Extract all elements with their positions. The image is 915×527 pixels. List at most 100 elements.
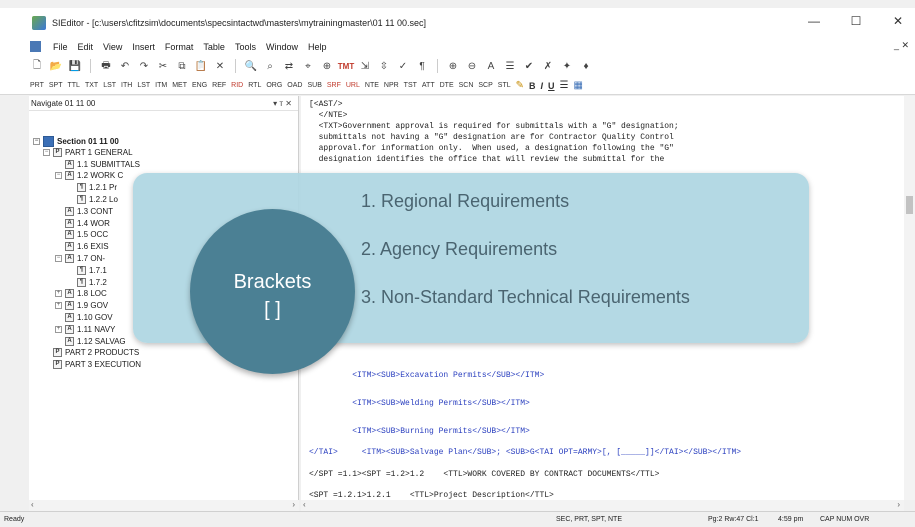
tree-node[interactable]: A 1.4 WOR <box>55 218 110 228</box>
tree-node[interactable]: ¶ 1.7.1 <box>67 265 107 275</box>
delete-icon[interactable]: ✕ <box>213 59 227 73</box>
font-size-icon[interactable]: A <box>484 59 498 73</box>
find-next-icon[interactable]: ⌕ <box>263 59 277 73</box>
paste-icon[interactable]: 📋 <box>194 59 208 73</box>
tag-stl-button[interactable]: STL <box>498 82 511 89</box>
maximize-button[interactable]: ☐ <box>849 14 863 28</box>
scroll-right-icon[interactable]: › <box>292 500 295 509</box>
paragraph-icon[interactable]: ¶ <box>415 59 429 73</box>
undo-icon[interactable]: ↶ <box>118 59 132 73</box>
editor-line[interactable]: designation identifies the office that w… <box>309 155 665 164</box>
editor-line[interactable]: [<AST/> <box>309 100 343 109</box>
tag-lst2-button[interactable]: LST <box>137 82 150 89</box>
tag-nte-button[interactable]: NTE <box>365 82 379 89</box>
menu-insert[interactable]: Insert <box>132 42 155 52</box>
underline-button[interactable]: U <box>548 81 555 91</box>
menu-table[interactable]: Table <box>203 42 225 52</box>
open-folder-icon[interactable]: 📂 <box>49 59 63 73</box>
tree-node[interactable]: A 1.12 SALVAG <box>55 336 126 346</box>
tmt-tag-icon[interactable]: TMT <box>338 59 354 73</box>
collapse-icon[interactable]: − <box>55 255 62 262</box>
editor-line[interactable]: </SPT =1.1><SPT =1.2>1.2 <TTL>WORK COVER… <box>309 470 659 479</box>
zoom-out-icon[interactable]: ⊖ <box>465 59 479 73</box>
tag-oad-button[interactable]: OAD <box>287 82 302 89</box>
tree-node[interactable]: A 1.5 OCC <box>55 230 108 240</box>
menu-file[interactable]: File <box>53 42 68 52</box>
expand-icon[interactable]: + <box>55 302 62 310</box>
menu-format[interactable]: Format <box>165 42 194 52</box>
scroll-right-icon[interactable]: › <box>897 500 900 509</box>
align-icon[interactable]: ☰ <box>503 59 517 73</box>
collapse-icon[interactable]: − <box>43 148 50 156</box>
tag-scn-button[interactable]: SCN <box>459 82 474 89</box>
tag-att-button[interactable]: ATT <box>422 82 435 89</box>
tag-srf-button[interactable]: SRF <box>327 82 341 89</box>
tree-node[interactable]: + A 1.9 GOV <box>55 301 108 311</box>
menu-edit[interactable]: Edit <box>78 42 94 52</box>
tag-ref-button[interactable]: REF <box>212 82 226 89</box>
tag-itm-button[interactable]: ITM <box>155 82 167 89</box>
menu-help[interactable]: Help <box>308 42 327 52</box>
tag-tst-button[interactable]: TST <box>404 82 417 89</box>
tree-node[interactable]: ¶ 1.7.2 <box>67 277 107 287</box>
navigator-horizontal-scrollbar[interactable]: ‹ › <box>29 500 299 511</box>
navigator-controls[interactable]: ▾ ᴛ ✕ <box>273 99 292 108</box>
new-document-icon[interactable]: 🗋 <box>30 59 44 73</box>
tag-org-button[interactable]: ORG <box>266 82 282 89</box>
tag-npr-button[interactable]: NPR <box>384 82 399 89</box>
tag-scp-button[interactable]: SCP <box>478 82 492 89</box>
spell-check-icon[interactable]: ✓ <box>396 59 410 73</box>
collapse-icon[interactable]: − <box>55 172 62 180</box>
collapse-icon[interactable]: − <box>33 138 40 145</box>
list-icon[interactable]: ☰ <box>560 80 569 91</box>
scroll-thumb[interactable] <box>906 196 913 214</box>
minimize-button[interactable]: — <box>807 14 821 28</box>
save-icon[interactable]: 💾 <box>68 59 82 73</box>
editor-line[interactable]: submittals not having a "G" designation … <box>309 133 674 142</box>
find-all-icon[interactable]: ⊕ <box>320 59 334 73</box>
tag-ith-button[interactable]: ITH <box>121 82 132 89</box>
tree-node[interactable]: − A 1.2 WORK C <box>55 171 123 181</box>
vertical-scrollbar[interactable] <box>904 96 915 500</box>
bold-button[interactable]: B <box>529 81 536 91</box>
tag-spt-button[interactable]: SPT <box>49 82 63 89</box>
tree-node[interactable]: + A 1.11 NAVY <box>55 324 115 334</box>
document-icon[interactable] <box>30 41 41 52</box>
expand-icon[interactable]: + <box>55 325 62 333</box>
tag-lst-button[interactable]: LST <box>103 82 116 89</box>
tree-node[interactable]: P PART 2 PRODUCTS <box>43 348 139 358</box>
menu-window[interactable]: Window <box>266 42 298 52</box>
scroll-left-icon[interactable]: ‹ <box>303 500 306 509</box>
tag-dte-button[interactable]: DTE <box>440 82 454 89</box>
tree-node[interactable]: P PART 3 EXECUTION <box>43 360 141 370</box>
replace-icon[interactable]: ⇄ <box>282 59 296 73</box>
tree-node[interactable]: A 1.1 SUBMITTALS <box>55 159 140 169</box>
editor-line[interactable]: <ITM><SUB>Excavation Permits</SUB></ITM> <box>309 371 544 380</box>
table-icon[interactable]: ▦ <box>574 80 583 91</box>
tree-node[interactable]: − A 1.7 ON- <box>55 254 105 263</box>
tree-node[interactable]: A 1.6 EXIS <box>55 242 109 252</box>
tree-node[interactable]: − P PART 1 GENERAL <box>43 147 133 157</box>
tag-url-button[interactable]: URL <box>346 82 360 89</box>
tag-met-button[interactable]: MET <box>172 82 187 89</box>
editor-line[interactable]: </TAI> <ITM><SUB>Salvage Plan</SUB>; <SU… <box>309 448 741 457</box>
pointer-icon[interactable]: ✦ <box>560 59 574 73</box>
editor-line[interactable]: <SPT =1.2.1>1.2.1 <TTL>Project Descripti… <box>309 491 554 500</box>
move-icon[interactable]: ⇲ <box>358 59 372 73</box>
tag-txt-button[interactable]: TXT <box>85 82 98 89</box>
find-icon[interactable]: 🔍 <box>244 59 258 73</box>
italic-button[interactable]: I <box>541 81 544 91</box>
tag-prt-button[interactable]: PRT <box>30 82 44 89</box>
cut-icon[interactable]: ✂ <box>156 59 170 73</box>
tree-node[interactable]: + A 1.8 LOC <box>55 289 107 299</box>
mdi-controls[interactable]: _ ✕ <box>894 40 909 51</box>
move-down-icon[interactable]: ⇳ <box>377 59 391 73</box>
highlighter-icon[interactable]: ✎ <box>516 80 524 91</box>
editor-line[interactable]: <ITM><SUB>Welding Permits</SUB></ITM> <box>309 399 530 408</box>
editor-line[interactable]: <ITM><SUB>Burning Permits</SUB></ITM> <box>309 427 530 436</box>
menu-tools[interactable]: Tools <box>235 42 256 52</box>
menu-view[interactable]: View <box>103 42 122 52</box>
checkmark-icon[interactable]: ✔ <box>522 59 536 73</box>
tree-node[interactable]: −SSection 01 11 00 <box>33 136 119 147</box>
tag-ttl-button[interactable]: TTL <box>68 82 80 89</box>
